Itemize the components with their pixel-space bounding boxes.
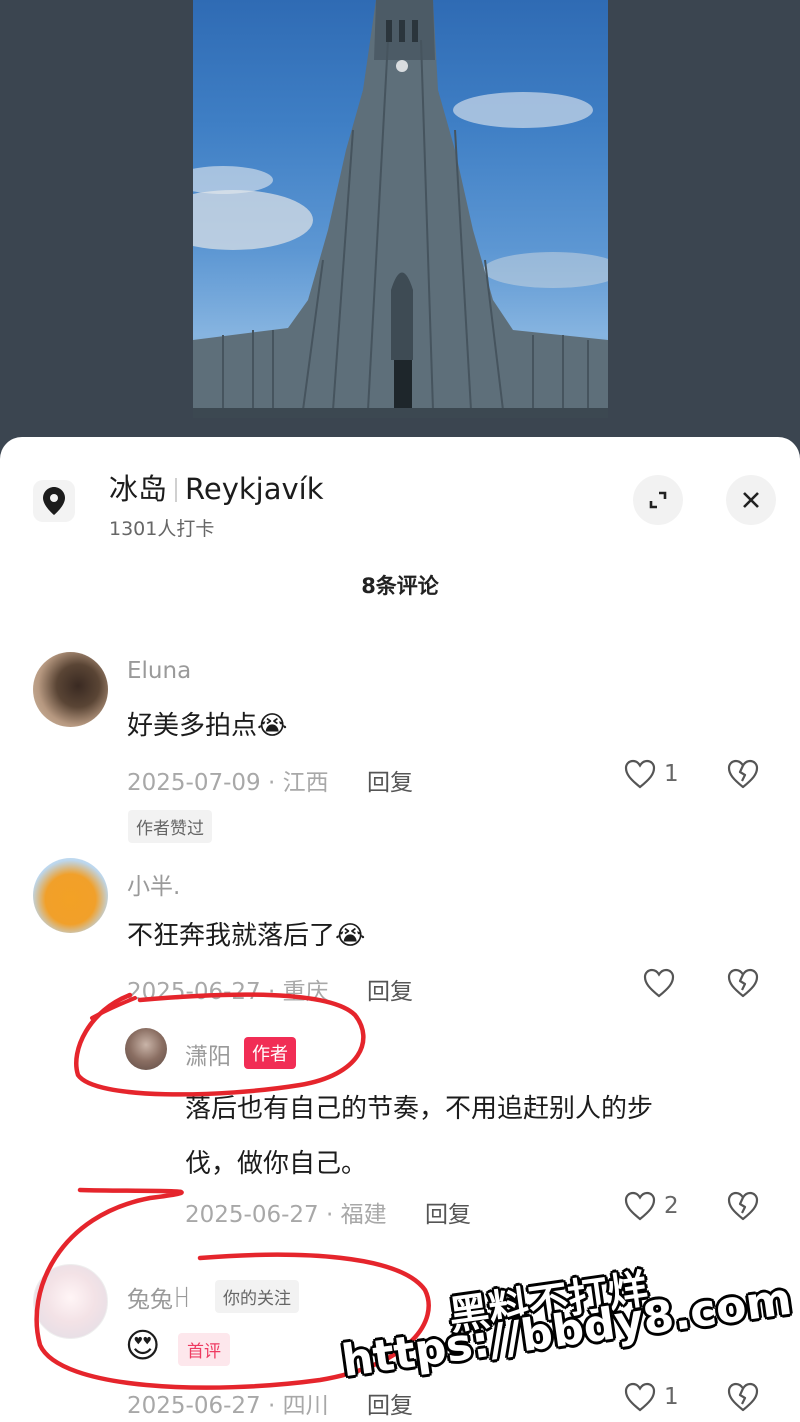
first-comment-tag: 首评: [178, 1333, 230, 1366]
broken-heart-icon: [727, 1191, 759, 1221]
reply-meta: 2025-06-27 · 福建: [185, 1202, 387, 1228]
crying-emoji-icon: 😭: [335, 921, 366, 951]
comment-username[interactable]: Eluna: [127, 658, 191, 684]
avatar[interactable]: [33, 858, 108, 933]
comment-text: 不狂奔我就落后了😭: [127, 921, 366, 951]
comment-meta: 2025-07-09 · 江西: [127, 770, 329, 796]
heart-eyes-emoji-icon: 😍: [125, 1326, 161, 1366]
broken-heart-icon: [727, 968, 759, 998]
location-name-local: Reykjavík: [185, 472, 324, 506]
location-pin-icon: [33, 480, 75, 522]
like-button[interactable]: 1: [624, 1382, 679, 1412]
like-count: 2: [664, 1193, 679, 1219]
avatar[interactable]: [33, 652, 108, 727]
location-name-cn: 冰岛: [109, 472, 168, 506]
broken-heart-icon: [727, 759, 759, 789]
comment-username[interactable]: 小半.: [127, 867, 180, 901]
dislike-button[interactable]: [727, 1191, 759, 1225]
checkin-count: 1301人打卡: [109, 518, 215, 540]
comment-text: 好美多拍点😭: [127, 711, 288, 741]
dislike-button[interactable]: [727, 1382, 759, 1416]
comment-meta: 2025-06-27 · 四川: [127, 1393, 329, 1419]
comment-username[interactable]: 兔兔ꀿ: [127, 1280, 191, 1314]
reply-button[interactable]: 回复: [367, 972, 413, 1006]
location-title[interactable]: 冰岛 Reykjavík: [109, 466, 324, 508]
author-tag: 作者: [244, 1037, 296, 1069]
heart-icon: [624, 1382, 656, 1412]
like-count: 1: [664, 1384, 679, 1410]
comment-count-header: 8条评论: [361, 574, 439, 598]
background-photo-area: [0, 0, 800, 440]
heart-icon: [624, 759, 656, 789]
expand-button[interactable]: [633, 475, 683, 525]
reply-text-line2: 伐，做你自己。: [185, 1149, 368, 1179]
like-button[interactable]: [643, 968, 675, 998]
dislike-button[interactable]: [727, 759, 759, 793]
reply-username[interactable]: 潇阳: [185, 1037, 231, 1071]
heart-icon: [624, 1191, 656, 1221]
reply-text-line1: 落后也有自己的节奏，不用追赶别人的步: [185, 1094, 654, 1124]
expand-icon: [649, 491, 667, 509]
church-photo[interactable]: [193, 0, 608, 418]
dislike-button[interactable]: [727, 968, 759, 1002]
like-count: 1: [664, 761, 679, 787]
crying-emoji-icon: 😭: [257, 711, 288, 741]
reply-button[interactable]: 回复: [425, 1195, 471, 1229]
heart-icon: [643, 968, 675, 998]
broken-heart-icon: [727, 1382, 759, 1412]
comment-meta: 2025-06-27 · 重庆: [127, 979, 329, 1005]
like-button[interactable]: 1: [624, 759, 679, 789]
following-tag: 你的关注: [215, 1280, 299, 1313]
avatar[interactable]: [125, 1028, 167, 1070]
reply-button[interactable]: 回复: [367, 1386, 413, 1420]
close-button[interactable]: [726, 475, 776, 525]
reply-button[interactable]: 回复: [367, 763, 413, 797]
title-divider: [175, 478, 178, 502]
avatar[interactable]: [33, 1264, 108, 1339]
close-icon: [743, 492, 759, 508]
author-liked-badge: 作者赞过: [128, 810, 212, 843]
like-button[interactable]: 2: [624, 1191, 679, 1221]
